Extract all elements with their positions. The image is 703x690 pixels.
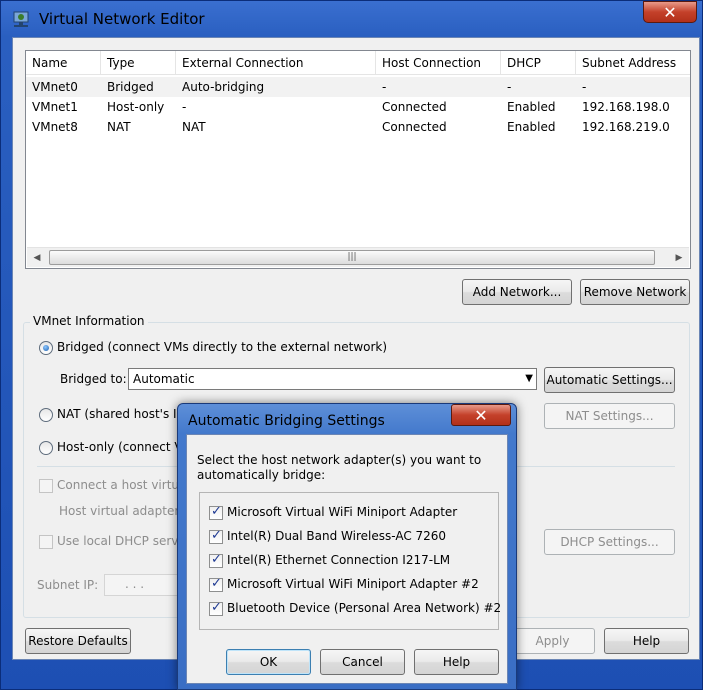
- cell-host: -: [382, 80, 387, 94]
- scroll-left-arrow-icon[interactable]: ◀: [29, 250, 45, 266]
- automatic-settings-button[interactable]: Automatic Settings...: [544, 367, 675, 393]
- dialog-help-button[interactable]: Help: [414, 649, 499, 675]
- cell-dhcp: -: [507, 80, 512, 94]
- adapter-checkbox[interactable]: [209, 552, 223, 568]
- table-row-vmnet1[interactable]: VMnet1 Host-only - Connected Enabled 192…: [26, 97, 690, 117]
- connect-host-adapter-checkbox[interactable]: [39, 479, 53, 493]
- adapter-checkbox[interactable]: [209, 504, 223, 520]
- table-row-vmnet0[interactable]: VMnet0 Bridged Auto-bridging - - -: [26, 77, 690, 97]
- nat-label[interactable]: NAT (shared host's IP: [57, 407, 184, 421]
- help-button[interactable]: Help: [604, 628, 689, 654]
- subnet-ip-value: . . .: [125, 577, 145, 591]
- cell-external: NAT: [182, 120, 206, 134]
- cell-dhcp: Enabled: [507, 100, 556, 114]
- restore-defaults-button[interactable]: Restore Defaults: [25, 628, 131, 654]
- host-adapter-name-label: Host virtual adapter n: [59, 504, 191, 518]
- cell-external: Auto-bridging: [182, 80, 265, 94]
- adapter-label[interactable]: Intel(R) Ethernet Connection I217-LM: [227, 553, 450, 567]
- chevron-down-icon: ▼: [525, 373, 533, 384]
- network-table[interactable]: Name Type External Connection Host Conne…: [25, 50, 691, 269]
- bridged-to-value: Automatic: [133, 372, 195, 386]
- column-header-host-connection[interactable]: Host Connection: [376, 51, 501, 75]
- cell-subnet: 192.168.198.0: [582, 100, 670, 114]
- connect-host-adapter-label[interactable]: Connect a host virtua: [57, 478, 186, 492]
- subnet-ip-label: Subnet IP:: [37, 578, 99, 592]
- scrollbar-thumb[interactable]: |||: [49, 250, 655, 265]
- host-only-radio[interactable]: [39, 441, 53, 455]
- table-header: Name Type External Connection Host Conne…: [26, 51, 690, 75]
- table-row-vmnet8[interactable]: VMnet8 NAT NAT Connected Enabled 192.168…: [26, 117, 690, 137]
- adapter-label[interactable]: Intel(R) Dual Band Wireless-AC 7260: [227, 529, 446, 543]
- column-header-subnet-address[interactable]: Subnet Address: [576, 51, 690, 75]
- host-only-label[interactable]: Host-only (connect VM: [57, 440, 193, 454]
- cell-dhcp: Enabled: [507, 120, 556, 134]
- use-dhcp-checkbox[interactable]: [39, 535, 53, 549]
- bridged-to-label: Bridged to:: [60, 372, 127, 386]
- dialog-title: Automatic Bridging Settings: [188, 413, 385, 429]
- automatic-bridging-dialog: Automatic Bridging Settings ✕ Select the…: [177, 403, 517, 690]
- window-title: Virtual Network Editor: [39, 10, 205, 28]
- ok-button[interactable]: OK: [226, 649, 311, 675]
- nat-settings-button[interactable]: NAT Settings...: [544, 403, 675, 429]
- adapter-label[interactable]: Bluetooth Device (Personal Area Network)…: [227, 601, 501, 615]
- column-header-dhcp[interactable]: DHCP: [501, 51, 576, 75]
- cell-subnet: -: [582, 80, 587, 94]
- adapter-checkbox[interactable]: [209, 528, 223, 544]
- column-header-type[interactable]: Type: [101, 51, 176, 75]
- nat-radio[interactable]: [39, 408, 53, 422]
- cell-type: Host-only: [107, 100, 165, 114]
- group-title: VMnet Information: [30, 314, 148, 328]
- scrollbar-grip-icon: |||: [347, 252, 357, 262]
- cell-host: Connected: [382, 100, 447, 114]
- adapter-label[interactable]: Microsoft Virtual WiFi Miniport Adapter …: [227, 577, 479, 591]
- adapter-list: Microsoft Virtual WiFi Miniport Adapter …: [199, 492, 501, 630]
- app-icon: [11, 9, 31, 29]
- cell-type: Bridged: [107, 80, 154, 94]
- bridged-to-select[interactable]: Automatic ▼: [128, 368, 537, 390]
- apply-button[interactable]: Apply: [510, 628, 595, 654]
- cancel-button[interactable]: Cancel: [320, 649, 405, 675]
- bridged-label[interactable]: Bridged (connect VMs directly to the ext…: [57, 340, 387, 354]
- dhcp-settings-button[interactable]: DHCP Settings...: [544, 529, 675, 555]
- dialog-prompt: Select the host network adapter(s) you w…: [197, 453, 482, 482]
- adapter-label[interactable]: Microsoft Virtual WiFi Miniport Adapter: [227, 505, 457, 519]
- use-dhcp-label[interactable]: Use local DHCP servic: [57, 534, 188, 548]
- window-close-button[interactable]: ✕: [643, 1, 697, 23]
- cell-type: NAT: [107, 120, 131, 134]
- column-header-external-connection[interactable]: External Connection: [176, 51, 376, 75]
- cell-name: VMnet8: [32, 120, 78, 134]
- cell-host: Connected: [382, 120, 447, 134]
- remove-network-button[interactable]: Remove Network: [580, 279, 690, 305]
- add-network-button[interactable]: Add Network...: [462, 279, 572, 305]
- column-header-name[interactable]: Name: [26, 51, 101, 75]
- cell-name: VMnet0: [32, 80, 78, 94]
- dialog-client: Select the host network adapter(s) you w…: [186, 434, 508, 684]
- cell-external: -: [182, 100, 187, 114]
- adapter-checkbox[interactable]: [209, 576, 223, 592]
- dialog-close-button[interactable]: ✕: [451, 404, 511, 426]
- bridged-radio[interactable]: [39, 341, 53, 355]
- scroll-right-arrow-icon[interactable]: ▶: [671, 250, 687, 266]
- cell-name: VMnet1: [32, 100, 78, 114]
- cell-subnet: 192.168.219.0: [582, 120, 670, 134]
- horizontal-scrollbar[interactable]: ◀ ||| ▶: [27, 247, 689, 267]
- adapter-checkbox[interactable]: [209, 600, 223, 616]
